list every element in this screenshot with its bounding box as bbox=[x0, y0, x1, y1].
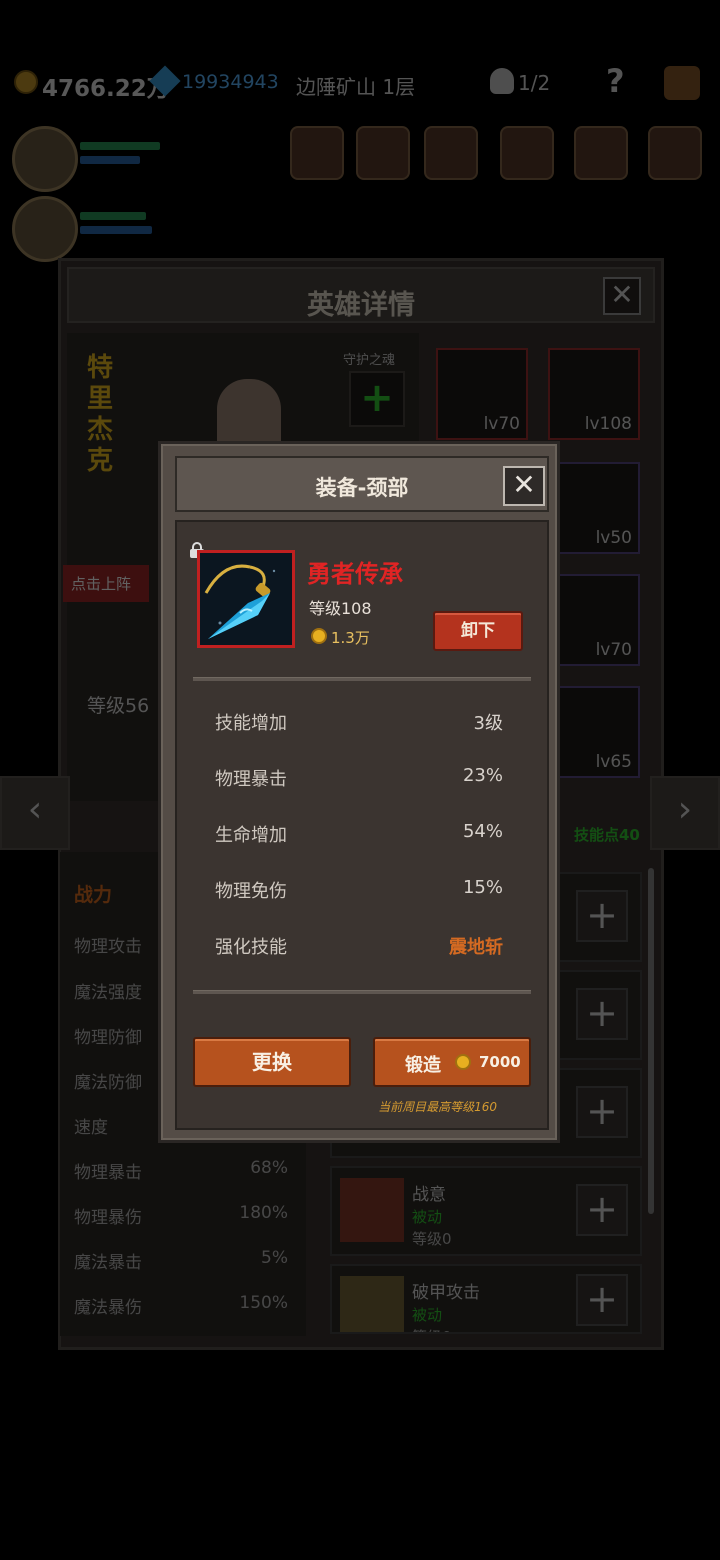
menu-icon[interactable] bbox=[664, 66, 700, 100]
hp-bar bbox=[80, 142, 160, 150]
equip-level: lv65 bbox=[595, 752, 632, 772]
section-divider bbox=[193, 677, 531, 681]
unequip-button[interactable]: 卸下 bbox=[433, 611, 523, 651]
attribute-label: 技能增加 bbox=[215, 713, 287, 734]
skill-upgrade-button[interactable]: + bbox=[576, 988, 628, 1040]
attribute-label: 物理免伤 bbox=[215, 881, 287, 902]
loot-slot[interactable] bbox=[648, 126, 702, 180]
hero-detail-header: 英雄详情 ✕ bbox=[67, 267, 655, 323]
attribute-value: 54% bbox=[462, 821, 503, 842]
mp-bar bbox=[80, 156, 140, 164]
loot-slot[interactable] bbox=[574, 126, 628, 180]
attribute-row: 物理免伤 15% bbox=[215, 877, 507, 903]
equip-slot-neck[interactable]: lv108 bbox=[548, 348, 640, 440]
skill-type: 被动 bbox=[412, 1306, 443, 1324]
equipment-modal-header: 装备-颈部 bbox=[175, 456, 549, 512]
hp-bar bbox=[80, 212, 146, 220]
section-divider bbox=[193, 990, 531, 994]
skill-card: 破甲攻击 被动 等级0 + bbox=[330, 1264, 642, 1334]
attribute-row: 物理暴击 23% bbox=[215, 765, 507, 791]
team-hero-avatar[interactable] bbox=[12, 126, 78, 192]
attribute-label: 物理暴击 bbox=[215, 769, 287, 790]
help-button[interactable]: ? bbox=[606, 62, 625, 100]
team-hero-avatar[interactable] bbox=[12, 196, 78, 262]
skill-list-scrollbar[interactable] bbox=[648, 868, 654, 1214]
attribute-label: 生命增加 bbox=[215, 825, 287, 846]
equip-level: lv50 bbox=[595, 528, 632, 548]
equip-level: lv70 bbox=[595, 640, 632, 660]
equip-slot-emblem[interactable]: lv65 bbox=[548, 686, 640, 778]
gold-coin-icon bbox=[455, 1054, 471, 1070]
item-name: 勇者传承 bbox=[307, 560, 403, 588]
guard-soul-add-button[interactable]: + bbox=[349, 371, 405, 427]
attribute-row: 技能增加 3级 bbox=[215, 709, 507, 735]
attribute-label: 强化技能 bbox=[215, 937, 287, 958]
loot-slot[interactable] bbox=[424, 126, 478, 180]
equip-slot-feet[interactable]: lv50 bbox=[548, 462, 640, 554]
prev-hero-button[interactable]: ‹ bbox=[0, 776, 70, 850]
forge-button[interactable]: 锻造 7000 bbox=[373, 1037, 531, 1087]
skill-upgrade-button[interactable]: + bbox=[576, 1086, 628, 1138]
item-icon-pendant bbox=[197, 550, 295, 648]
stage-name[interactable]: 边陲矿山 1层 bbox=[296, 71, 415, 100]
equipment-modal: 装备-颈部 ✕ 勇者传承 等级108 1.3万 卸下 技能增加 3级 物理暴击 … bbox=[158, 441, 560, 1143]
item-sell-price: 1.3万 bbox=[331, 629, 370, 647]
skill-level: 等级0 bbox=[412, 1326, 452, 1332]
skill-upgrade-button[interactable]: + bbox=[576, 890, 628, 942]
hero-name: 特里杰克 bbox=[87, 353, 114, 476]
attribute-row: 强化技能 震地斩 bbox=[215, 933, 507, 959]
stat-row: 物理暴击 68% bbox=[74, 1158, 288, 1183]
pendant-icon bbox=[200, 553, 292, 645]
equip-level: lv108 bbox=[584, 414, 632, 434]
swap-equipment-button[interactable]: 更换 bbox=[193, 1037, 351, 1087]
equipment-modal-title: 装备-颈部 bbox=[315, 476, 409, 500]
deploy-tag[interactable]: 点击上阵 bbox=[63, 565, 150, 602]
skill-name: 破甲攻击 bbox=[412, 1283, 480, 1303]
loot-slot[interactable] bbox=[290, 126, 344, 180]
enhanced-skill-value: 震地斩 bbox=[449, 937, 503, 958]
gold-coin-icon bbox=[14, 70, 38, 94]
attribute-value: 23% bbox=[462, 765, 503, 786]
hero-detail-title: 英雄详情 bbox=[307, 290, 415, 321]
equip-slot-head[interactable]: lv70 bbox=[436, 348, 528, 440]
skill-name: 战意 bbox=[412, 1185, 446, 1205]
guard-soul-label: 守护之魂 bbox=[343, 353, 396, 368]
hero-level: 等级56 bbox=[87, 695, 150, 717]
equipment-modal-close-button[interactable]: ✕ bbox=[503, 466, 545, 506]
skill-upgrade-button[interactable]: + bbox=[576, 1184, 628, 1236]
stat-row: 物理暴伤 180% bbox=[74, 1203, 288, 1228]
top-resource-bar: 4766.22万 19934943 边陲矿山 1层 1/2 ? bbox=[0, 58, 720, 108]
equip-slot-ring[interactable]: lv70 bbox=[548, 574, 640, 666]
skill-type: 被动 bbox=[412, 1208, 443, 1226]
diamond-amount: 19934943 bbox=[182, 71, 279, 93]
skill-upgrade-button[interactable]: + bbox=[576, 1274, 628, 1326]
skill-level: 等级0 bbox=[412, 1230, 452, 1248]
forge-cost: 7000 bbox=[479, 1053, 521, 1071]
stat-row: 魔法暴击 5% bbox=[74, 1248, 288, 1273]
attribute-row: 生命增加 54% bbox=[215, 821, 507, 847]
loot-slot[interactable] bbox=[356, 126, 410, 180]
skill-shield-icon bbox=[340, 1276, 404, 1332]
attribute-value: 3级 bbox=[473, 713, 503, 734]
mp-bar bbox=[80, 226, 152, 234]
loot-slot[interactable] bbox=[500, 126, 554, 180]
gold-coin-icon bbox=[311, 628, 327, 644]
forge-label: 锻造 bbox=[405, 1055, 441, 1076]
skill-warrior-icon bbox=[340, 1178, 404, 1242]
boss-counter: 1/2 bbox=[518, 71, 551, 95]
stat-row: 魔法暴伤 150% bbox=[74, 1293, 288, 1318]
skill-points: 技能点40 bbox=[574, 826, 640, 844]
attribute-value: 15% bbox=[462, 877, 503, 898]
next-hero-button[interactable]: › bbox=[650, 776, 720, 850]
skill-card: 战意 被动 等级0 + bbox=[330, 1166, 642, 1256]
item-level: 等级108 bbox=[309, 599, 372, 618]
skull-icon bbox=[490, 68, 514, 94]
gold-amount: 4766.22万 bbox=[42, 76, 170, 102]
equip-level: lv70 bbox=[483, 414, 520, 434]
max-level-note: 当前周目最高等级160 bbox=[378, 1100, 497, 1114]
hero-detail-close-button[interactable]: ✕ bbox=[603, 277, 641, 315]
